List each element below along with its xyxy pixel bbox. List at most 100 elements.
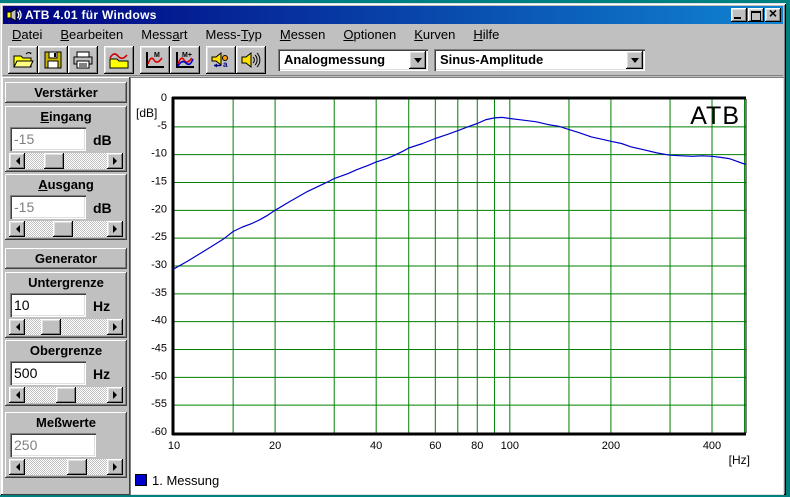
verstaerker-header: Verstärker (5, 82, 127, 103)
close-button[interactable] (765, 8, 781, 22)
eingang-scrollbar[interactable] (9, 153, 123, 169)
menu-item-optionen[interactable]: Optionen (334, 25, 405, 44)
scroll-left-arrow-icon[interactable] (9, 387, 25, 403)
svg-text:20: 20 (269, 440, 281, 452)
scroll-left-arrow-icon[interactable] (9, 221, 25, 237)
svg-text:-50: -50 (151, 370, 167, 382)
scroll-right-arrow-icon[interactable] (107, 153, 123, 169)
signal-type-dropdown-button[interactable] (626, 51, 643, 69)
svg-text:-55: -55 (151, 398, 167, 410)
scrollbar-thumb[interactable] (56, 387, 76, 403)
scroll-left-arrow-icon[interactable] (9, 319, 25, 335)
menu-item-bearbeiten[interactable]: Bearbeiten (51, 25, 132, 44)
untergrenze-label: Untergrenze (5, 275, 127, 291)
ausgang-unit: dB (93, 200, 112, 216)
window-title: ATB 4.01 für Windows (25, 8, 157, 22)
chevron-down-icon (631, 58, 639, 67)
svg-text:400: 400 (703, 440, 721, 452)
generator-header: Generator (5, 248, 127, 269)
measure-mode-dropdown-button[interactable] (409, 51, 426, 69)
menu-item-messart[interactable]: Messart (132, 25, 196, 44)
svg-text:100: 100 (501, 440, 519, 452)
untergrenze-scrollbar[interactable] (9, 319, 123, 335)
measure-button[interactable]: M (140, 46, 170, 74)
svg-text:-45: -45 (151, 343, 167, 355)
ausgang-input[interactable] (10, 195, 86, 219)
signal-type-value: Sinus-Amplitude (436, 51, 626, 69)
obergrenze-scrollbar[interactable] (9, 387, 123, 403)
svg-text:-60: -60 (151, 426, 167, 438)
scrollbar-thumb[interactable] (41, 319, 61, 335)
obergrenze-label: Obergrenze (5, 343, 127, 359)
ausgang-group: Ausgang dB (5, 174, 127, 240)
svg-text:ATB: ATB (690, 102, 740, 130)
maximize-button[interactable] (748, 8, 764, 22)
print-icon (72, 51, 94, 69)
scrollbar-thumb[interactable] (53, 221, 73, 237)
frequency-response-chart: 0-5-10-15-20-25-30-35-40-45-50-55-601020… (130, 77, 784, 469)
scrollbar-thumb[interactable] (67, 459, 87, 475)
menubar: Datei Bearbeiten Messart Mess-Typ Messen… (3, 24, 783, 44)
scroll-right-arrow-icon[interactable] (107, 387, 123, 403)
svg-text:10: 10 (168, 440, 180, 452)
legend-swatch (135, 474, 147, 486)
eingang-group: Eingang dB (5, 106, 127, 172)
svg-text:M+: M+ (182, 52, 192, 59)
open-file-button[interactable] (8, 46, 38, 74)
untergrenze-input[interactable] (10, 293, 86, 317)
ausgang-scrollbar[interactable] (9, 221, 123, 237)
loudspeaker-button[interactable] (236, 46, 266, 74)
eingang-input[interactable] (10, 127, 86, 151)
output-level-button[interactable]: a (206, 46, 236, 74)
messwerte-group: Meßwerte (5, 412, 127, 478)
obergrenze-group: Obergrenze Hz (5, 340, 127, 406)
app-window: ATB 4.01 für Windows Datei Bearbeiten Me… (0, 3, 786, 495)
menu-item-hilfe[interactable]: Hilfe (464, 25, 508, 44)
export-curve-button[interactable] (104, 46, 134, 74)
scroll-right-arrow-icon[interactable] (107, 319, 123, 335)
measure-mode-select[interactable]: Analogmessung (278, 49, 428, 71)
menu-item-datei[interactable]: Datei (3, 25, 51, 44)
minimize-button[interactable] (731, 8, 747, 22)
chart-legend: 1. Messung (135, 472, 219, 488)
menu-item-kurven[interactable]: Kurven (405, 25, 464, 44)
scroll-left-arrow-icon[interactable] (9, 459, 25, 475)
measure-add-button[interactable]: M+ (170, 46, 200, 74)
measure-curve-icon: M (144, 50, 166, 70)
svg-text:-15: -15 (151, 176, 167, 188)
ausgang-label: Ausgang (5, 177, 127, 193)
untergrenze-unit: Hz (93, 298, 110, 314)
menu-item-mess-typ[interactable]: Mess-Typ (197, 25, 271, 44)
svg-text:-40: -40 (151, 315, 167, 327)
app-icon (6, 8, 22, 22)
eingang-unit: dB (93, 132, 112, 148)
svg-text:-20: -20 (151, 203, 167, 215)
legend-label: 1. Messung (152, 473, 219, 488)
signal-type-select[interactable]: Sinus-Amplitude (434, 49, 645, 71)
chart-area: 0-5-10-15-20-25-30-35-40-45-50-55-601020… (130, 77, 784, 495)
save-icon (43, 51, 63, 69)
titlebar: ATB 4.01 für Windows (3, 6, 783, 24)
svg-text:[Hz]: [Hz] (729, 453, 750, 467)
scroll-right-arrow-icon[interactable] (107, 221, 123, 237)
messwerte-scrollbar[interactable] (9, 459, 123, 475)
output-level-icon: a (210, 50, 232, 70)
svg-text:0: 0 (161, 92, 167, 104)
scroll-right-arrow-icon[interactable] (107, 459, 123, 475)
svg-text:M: M (154, 52, 160, 59)
svg-text:-30: -30 (151, 259, 167, 271)
obergrenze-input[interactable] (10, 361, 86, 385)
scrollbar-thumb[interactable] (44, 153, 64, 169)
folder-curve-icon (108, 51, 130, 69)
scroll-left-arrow-icon[interactable] (9, 153, 25, 169)
control-sidebar: Verstärker Eingang dB Ausgang dB Generat… (2, 77, 130, 495)
open-file-icon (12, 51, 34, 69)
print-button[interactable] (68, 46, 98, 74)
svg-text:200: 200 (602, 440, 620, 452)
toolbar: M M+ a (3, 45, 783, 76)
svg-text:-5: -5 (157, 120, 167, 132)
save-button[interactable] (38, 46, 68, 74)
measure-mode-value: Analogmessung (280, 51, 409, 69)
messwerte-input[interactable] (10, 433, 96, 457)
menu-item-messen[interactable]: Messen (271, 25, 335, 44)
